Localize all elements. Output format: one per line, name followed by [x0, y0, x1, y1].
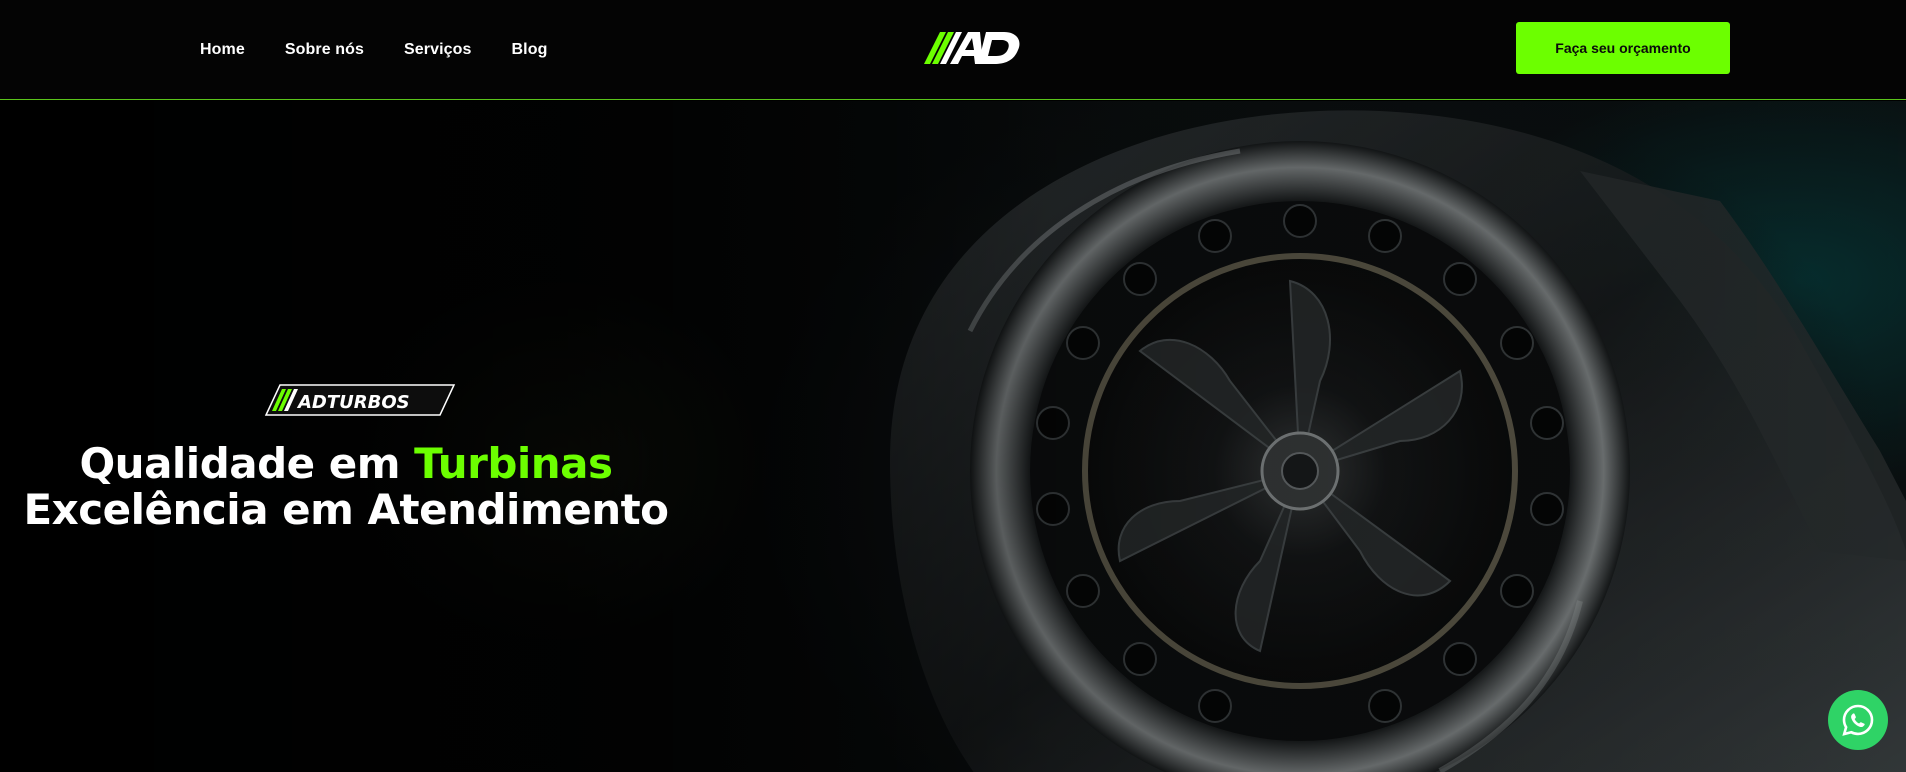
headline-text: Qualidade em [79, 439, 415, 488]
headline-accent: Turbinas [414, 439, 613, 488]
hero-section: ADTURBOS Qualidade em Turbinas Excelênci… [0, 101, 1906, 772]
quote-button[interactable]: Faça seu orçamento [1516, 22, 1730, 74]
whatsapp-icon [1842, 704, 1874, 736]
adturbos-badge-logo: ADTURBOS [264, 384, 456, 416]
ad-logo-icon [924, 32, 1020, 64]
headline-line-1: Qualidade em Turbinas [0, 441, 692, 487]
nav-about[interactable]: Sobre nós [285, 41, 364, 59]
whatsapp-button[interactable] [1828, 690, 1888, 750]
headline-line-2: Excelência em Atendimento [23, 485, 669, 534]
site-logo[interactable] [920, 22, 1050, 72]
nav-services[interactable]: Serviços [404, 41, 472, 59]
main-nav: Home Sobre nós Serviços Blog [200, 0, 547, 100]
hero-headline: Qualidade em Turbinas Excelência em Aten… [0, 441, 692, 533]
hero-overlay [0, 101, 1906, 772]
badge-text: ADTURBOS [296, 392, 410, 413]
page: Home Sobre nós Serviços Blog Faça seu or… [0, 0, 1906, 772]
nav-blog[interactable]: Blog [512, 41, 548, 59]
site-header: Home Sobre nós Serviços Blog Faça seu or… [0, 0, 1906, 100]
nav-home[interactable]: Home [200, 41, 245, 59]
